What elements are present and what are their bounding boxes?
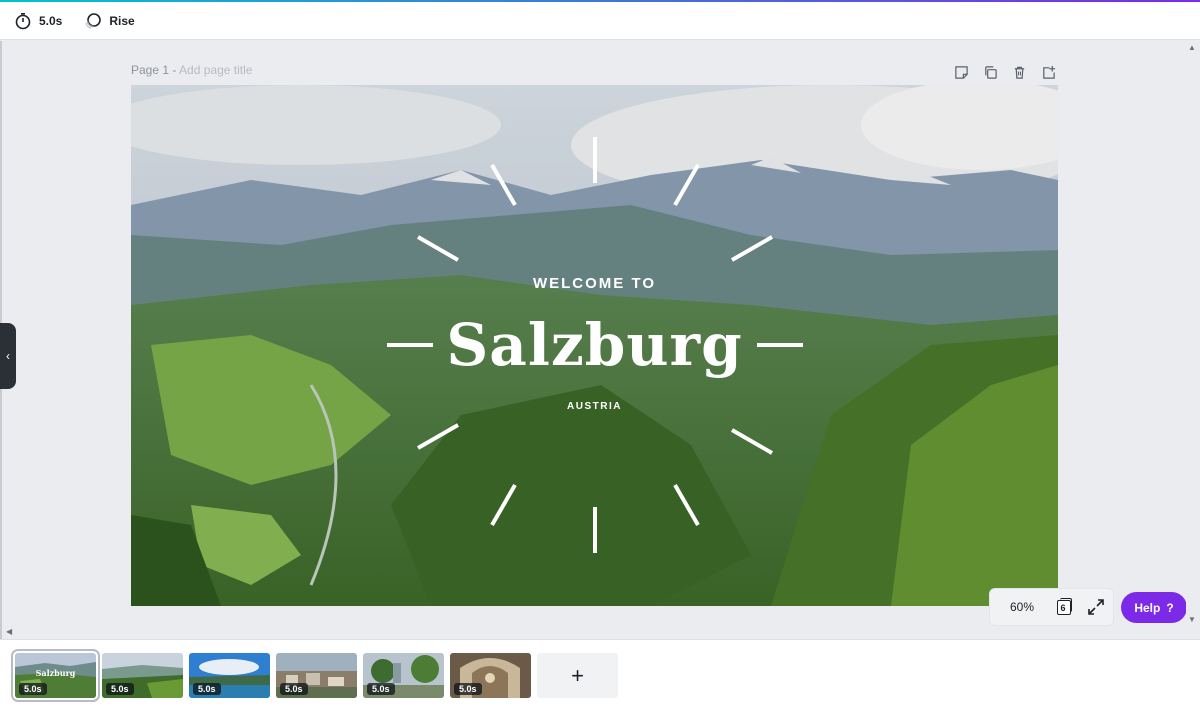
add-page-button[interactable]: + — [537, 653, 618, 698]
design-welcome-text[interactable]: WELCOME TO — [131, 275, 1058, 292]
page-count: 6 — [1060, 603, 1066, 613]
timer-icon — [15, 12, 31, 29]
page-header: Page 1 - Add page title — [131, 63, 252, 77]
question-icon: ? — [1166, 600, 1174, 615]
page-thumbnail-3[interactable]: 5.0s — [189, 653, 270, 698]
page-tools — [952, 63, 1057, 81]
plus-icon: + — [571, 662, 584, 688]
toolbar: 5.0s Rise — [0, 2, 1200, 40]
duplicate-page-button[interactable] — [981, 63, 999, 81]
scroll-left-icon[interactable]: ◀ — [6, 627, 12, 636]
horizontal-scrollbar[interactable]: ◀ — [0, 627, 1186, 639]
page-thumbnails-bar: Salzburg 5.0s 5.0s 5.0s 5.0s 5.0s 5.0s + — [0, 639, 1200, 712]
thumbnail-duration: 5.0s — [19, 683, 47, 695]
animation-label: Rise — [109, 13, 135, 28]
scroll-up-icon[interactable]: ▲ — [1188, 43, 1196, 52]
page-thumbnail-5[interactable]: 5.0s — [363, 653, 444, 698]
help-button[interactable]: Help ? — [1121, 592, 1187, 623]
add-page-after-button[interactable] — [1039, 63, 1057, 81]
zoom-level[interactable]: 60% — [1010, 600, 1054, 614]
design-title-text[interactable]: Salzburg — [131, 311, 1058, 379]
thumbnail-duration: 5.0s — [280, 683, 308, 695]
thumbnail-title: Salzburg — [35, 668, 76, 678]
trash-icon — [1014, 66, 1024, 79]
thumbnail-duration: 5.0s — [106, 683, 134, 695]
chevron-left-icon: ‹ — [6, 349, 10, 363]
editor-canvas: ‹ Page 1 - Add page title WELCOME TO Sal… — [0, 41, 1200, 639]
notes-button[interactable] — [952, 63, 970, 81]
scroll-down-icon[interactable]: ▼ — [1188, 615, 1196, 624]
design-subtitle-text[interactable]: AUSTRIA — [131, 401, 1058, 412]
page-thumbnail-1[interactable]: Salzburg 5.0s — [11, 649, 100, 702]
duration-label: 5.0s — [39, 13, 63, 28]
thumbnail-duration: 5.0s — [367, 683, 395, 695]
page-label: Page 1 - — [131, 63, 177, 77]
duration-button[interactable]: 5.0s — [14, 12, 62, 30]
vertical-scrollbar[interactable]: ▲ ▼ — [1186, 41, 1200, 639]
page-thumbnail-2[interactable]: 5.0s — [102, 653, 183, 698]
delete-page-button[interactable] — [1010, 63, 1028, 81]
zoom-bar: 60% 6 — [989, 588, 1114, 626]
page-title-input[interactable]: Add page title — [179, 63, 252, 77]
page-thumbnail-4[interactable]: 5.0s — [276, 653, 357, 698]
side-panel-toggle[interactable]: ‹ — [0, 323, 16, 389]
design-page[interactable]: WELCOME TO Salzburg AUSTRIA — [131, 85, 1058, 606]
page-thumbnail-6[interactable]: 5.0s — [450, 653, 531, 698]
animate-icon — [85, 12, 102, 29]
fullscreen-icon[interactable] — [1087, 598, 1105, 616]
thumbnail-duration: 5.0s — [454, 683, 482, 695]
note-icon — [954, 65, 968, 79]
thumbnail-duration: 5.0s — [193, 683, 221, 695]
animation-button[interactable]: Rise — [84, 12, 135, 30]
add-page-icon — [1042, 65, 1055, 79]
page-grid-button[interactable]: 6 — [1054, 597, 1074, 617]
copy-icon — [984, 65, 997, 79]
help-label: Help — [1134, 600, 1161, 615]
